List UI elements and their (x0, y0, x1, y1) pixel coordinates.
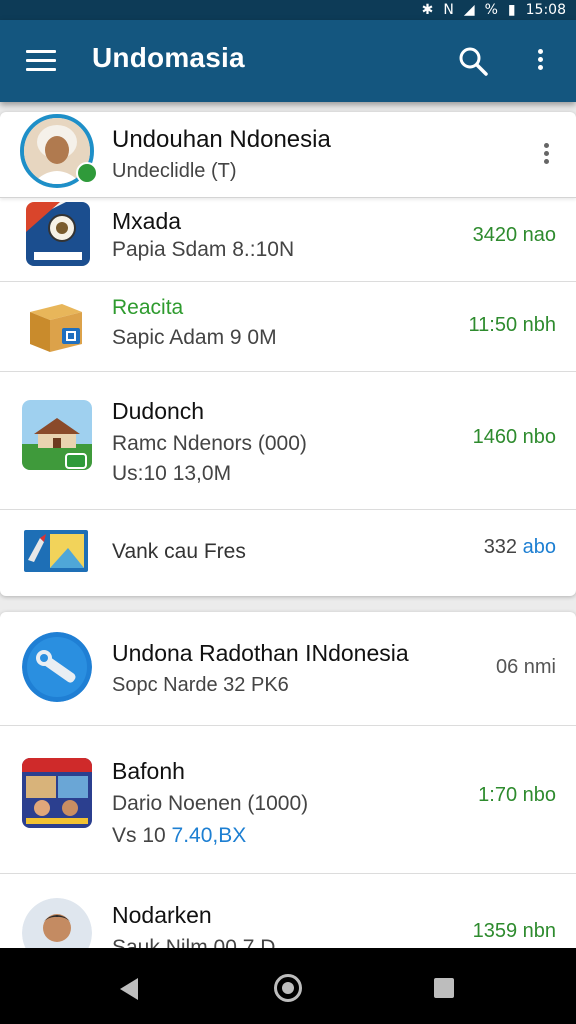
item-meta-unit: abo (522, 536, 556, 558)
item-title: Bafonh (112, 758, 185, 784)
list-item[interactable]: Reacita Sapic Adam 9 0M 11:50 nbh (0, 282, 576, 372)
battery-percent: % (484, 2, 498, 18)
app-bar: Undomasia (0, 20, 576, 102)
item-detail-prefix: Vs 10 (112, 824, 166, 847)
chat-list-card: Undouhan Ndonesia Undeclidle (T) Mxada P… (0, 112, 576, 596)
list-item[interactable]: Undona Radothan INdonesia Sopc Narde 32 … (0, 612, 576, 726)
item-detail: Us:10 13,0M (112, 462, 232, 485)
item-meta-number: 332 (483, 536, 518, 558)
recent-apps-square-icon[interactable] (434, 978, 454, 998)
chat-list-card-2: Undona Radothan INdonesia Sopc Narde 32 … (0, 612, 576, 972)
item-meta: 332 abo (484, 536, 556, 559)
battery-icon: ▮ (507, 2, 516, 18)
app-title: Undomasia (92, 42, 245, 73)
item-subtitle: Sopc Narde 32 PK6 (112, 674, 289, 696)
wrench-tool-icon (22, 632, 92, 702)
item-subtitle: Sapic Adam 9 0M (112, 326, 277, 349)
news-collage-icon (22, 758, 92, 828)
search-icon[interactable] (456, 44, 490, 78)
item-title: Mxada (112, 208, 182, 234)
more-vertical-icon[interactable] (530, 46, 550, 76)
clock: 15:08 (525, 2, 566, 18)
profile-more-icon[interactable] (540, 140, 552, 170)
item-title: Nodarken (112, 902, 212, 928)
signal-icon: ◢ (463, 2, 475, 18)
item-meta: 06 nmi (495, 656, 556, 678)
verified-badge-icon (76, 162, 98, 184)
profile-name: Undouhan Ndonesia (112, 126, 331, 153)
item-title: Vank cau Fres (112, 540, 246, 563)
list-item[interactable]: Mxada Papia Sdam 8.:10N 3420 nao (0, 198, 576, 282)
network-label: N (443, 2, 454, 18)
item-subtitle: Papia Sdam 8.:10N (112, 238, 295, 261)
back-triangle-icon[interactable] (120, 978, 138, 1000)
item-meta: 11:50 nbh (468, 314, 557, 336)
item-title: Undona Radothan INdonesia (112, 640, 409, 666)
home-circle-icon[interactable] (274, 974, 302, 1002)
package-box-icon (26, 294, 86, 354)
bluetooth-icon: ✱ (421, 2, 434, 18)
item-subtitle: Ramc Ndenors (000) (112, 432, 307, 455)
item-detail-value: 7.40,BX (171, 824, 247, 847)
hamburger-menu-icon[interactable] (26, 50, 56, 72)
status-icons: ✱ N ◢ % ▮ 15:08 (422, 0, 566, 20)
item-meta: 3420 nao (472, 224, 556, 246)
list-item[interactable]: Bafonh Dario Noenen (1000) Vs 10 7.40,BX… (0, 726, 576, 874)
item-subtitle: Dario Noenen (1000) (112, 792, 309, 815)
list-item[interactable]: Vank cau Fres 332 abo (0, 510, 576, 596)
item-title: Dudonch (112, 398, 205, 424)
card-shuttle-icon (24, 530, 88, 572)
profile-header[interactable]: Undouhan Ndonesia Undeclidle (T) (0, 112, 576, 198)
house-landscape-icon (22, 400, 92, 470)
item-title: Reacita (112, 296, 184, 319)
item-meta: 1359 nbn (472, 920, 556, 942)
list-item[interactable]: Dudonch Ramc Ndenors (000) Us:10 13,0M 1… (0, 372, 576, 510)
system-nav-bar (0, 948, 576, 1024)
item-meta: 1460 nbo (472, 426, 556, 448)
item-detail: Vs 10 7.40,BX (112, 824, 246, 848)
government-seal-icon (26, 202, 90, 266)
item-meta: 1:70 nbo (478, 784, 556, 806)
status-bar: ✱ N ◢ % ▮ 15:08 (0, 0, 576, 20)
profile-subtitle: Undeclidle (T) (112, 160, 237, 182)
